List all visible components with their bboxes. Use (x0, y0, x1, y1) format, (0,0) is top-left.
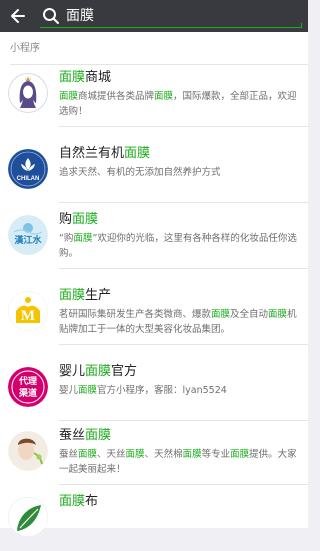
result-description: 茗研国际集研发生产各类微商、爆款面膜及全自动面膜机贴牌加工于一体的大型美容化妆品… (59, 307, 298, 337)
desc-text: 、天然棉 (144, 449, 183, 460)
river-logo-icon: 漢江水 (8, 215, 48, 255)
result-name: 面膜生产 (59, 287, 111, 305)
desc-highlight: 面膜 (73, 233, 93, 244)
desc-highlight: 面膜 (59, 91, 79, 102)
top-bar: 面膜 (0, 0, 308, 32)
result-item-6[interactable]: 面膜布 (0, 489, 308, 551)
silk-beauty-logo-icon (8, 431, 48, 471)
result-name: 自然兰有机面膜 (59, 145, 150, 163)
result-description: 婴儿面膜官方小程序，客服：lyan5524 (59, 383, 298, 398)
desc-text: “购 (59, 233, 74, 244)
result-item-2[interactable]: 漢江水 购面膜 “购面膜”欢迎你的光临，这里有各种各样的化妆品任你选购。 (0, 207, 308, 269)
divider (59, 344, 308, 345)
desc-text: 官方小程序，客服：lyan5524 (97, 385, 227, 396)
name-highlight: 面膜 (59, 494, 86, 509)
divider (59, 420, 308, 421)
name-text: 生产 (85, 288, 112, 303)
result-item-4[interactable]: 代理 渠道 婴儿面膜官方 婴儿面膜官方小程序，客服：lyan5524 (0, 359, 308, 421)
divider (59, 202, 308, 203)
result-item-5[interactable]: 蚕丝面膜 蚕丝面膜、天丝面膜、天然棉面膜等专业面膜提供。大家一起美丽起来！ (0, 423, 308, 485)
desc-highlight: 面膜 (230, 449, 250, 460)
svg-text:CHILAN: CHILAN (17, 176, 40, 182)
name-text: 购 (59, 212, 73, 227)
name-highlight: 面膜 (124, 146, 151, 161)
name-highlight: 面膜 (59, 288, 86, 303)
desc-text: 商城提供各类品牌 (78, 91, 155, 102)
divider (59, 484, 308, 485)
section-title: 小程序 (10, 43, 40, 54)
desc-highlight: 面膜 (154, 91, 174, 102)
desc-highlight: 面膜 (211, 309, 231, 320)
name-text: 官方 (111, 364, 138, 379)
name-highlight: 面膜 (72, 212, 99, 227)
svg-text:M: M (21, 308, 35, 324)
desc-highlight: 面膜 (125, 449, 145, 460)
result-name: 婴儿面膜官方 (59, 363, 137, 381)
svg-text:漢江水: 漢江水 (14, 234, 42, 246)
desc-text: 等专业 (201, 449, 231, 460)
desc-text: ”欢迎你的光临，这里有各种各样的化妆品任你选购。 (59, 233, 297, 259)
desc-text: 、天丝 (97, 449, 126, 460)
svg-text:代理: 代理 (18, 375, 37, 387)
name-highlight: 面膜 (85, 428, 112, 443)
divider (59, 268, 308, 269)
result-description: 蚕丝面膜、天丝面膜、天然棉面膜等专业面膜提供。大家一起美丽起来！ (59, 447, 298, 477)
result-item-1[interactable]: CHILAN 自然兰有机面膜 追求天然、有机的无添加自然养护方式 (0, 141, 308, 203)
name-text: 自然兰有机 (59, 146, 125, 161)
desc-highlight: 面膜 (182, 449, 202, 460)
name-highlight: 面膜 (59, 70, 86, 85)
result-description: 追求天然、有机的无添加自然养护方式 (59, 165, 298, 180)
name-highlight: 面膜 (85, 364, 112, 379)
divider (59, 126, 308, 127)
chilan-logo-icon: CHILAN (8, 149, 48, 189)
desc-text: 及全自动 (230, 309, 269, 320)
name-text: 商城 (85, 70, 112, 85)
name-text: 布 (85, 494, 99, 509)
desc-text: 蚕丝 (59, 449, 79, 460)
result-name: 面膜布 (59, 493, 98, 511)
results-section: 小程序 面膜商城 面膜商城提供各类品牌面膜，国际爆款，全部正品，欢迎选购！ CH… (0, 32, 308, 537)
result-name: 面膜商城 (59, 69, 111, 87)
search-icon (43, 8, 59, 24)
result-name: 蚕丝面膜 (59, 427, 111, 445)
search-underline (40, 23, 302, 28)
result-description: “购面膜”欢迎你的光临，这里有各种各样的化妆品任你选购。 (59, 231, 298, 261)
leaf-logo-icon (8, 497, 48, 537)
result-item-0[interactable]: 面膜商城 面膜商城提供各类品牌面膜，国际爆款，全部正品，欢迎选购！ (0, 65, 308, 127)
desc-highlight: 面膜 (78, 449, 98, 460)
result-name: 购面膜 (59, 211, 98, 229)
desc-text: 茗研国际集研发生产各类微商、爆款 (59, 309, 212, 320)
woman-silhouette-logo-icon (8, 73, 48, 113)
m-logo-icon: M (8, 291, 48, 331)
result-item-3[interactable]: M 面膜生产 茗研国际集研发生产各类微商、爆款面膜及全自动面膜机贴牌加工于一体的… (0, 283, 308, 345)
back-arrow-icon[interactable] (8, 6, 28, 26)
name-text: 蚕丝 (59, 428, 86, 443)
svg-text:渠道: 渠道 (18, 387, 37, 399)
desc-text: 追求天然、有机的无添加自然养护方式 (59, 167, 221, 178)
desc-highlight: 面膜 (268, 309, 288, 320)
search-input[interactable]: 面膜 (66, 6, 94, 26)
result-description: 面膜商城提供各类品牌面膜，国际爆款，全部正品，欢迎选购！ (59, 89, 298, 119)
desc-text: 婴儿 (59, 385, 79, 396)
desc-highlight: 面膜 (78, 385, 98, 396)
name-text: 婴儿 (59, 364, 86, 379)
agent-channel-logo-icon: 代理 渠道 (8, 367, 48, 407)
